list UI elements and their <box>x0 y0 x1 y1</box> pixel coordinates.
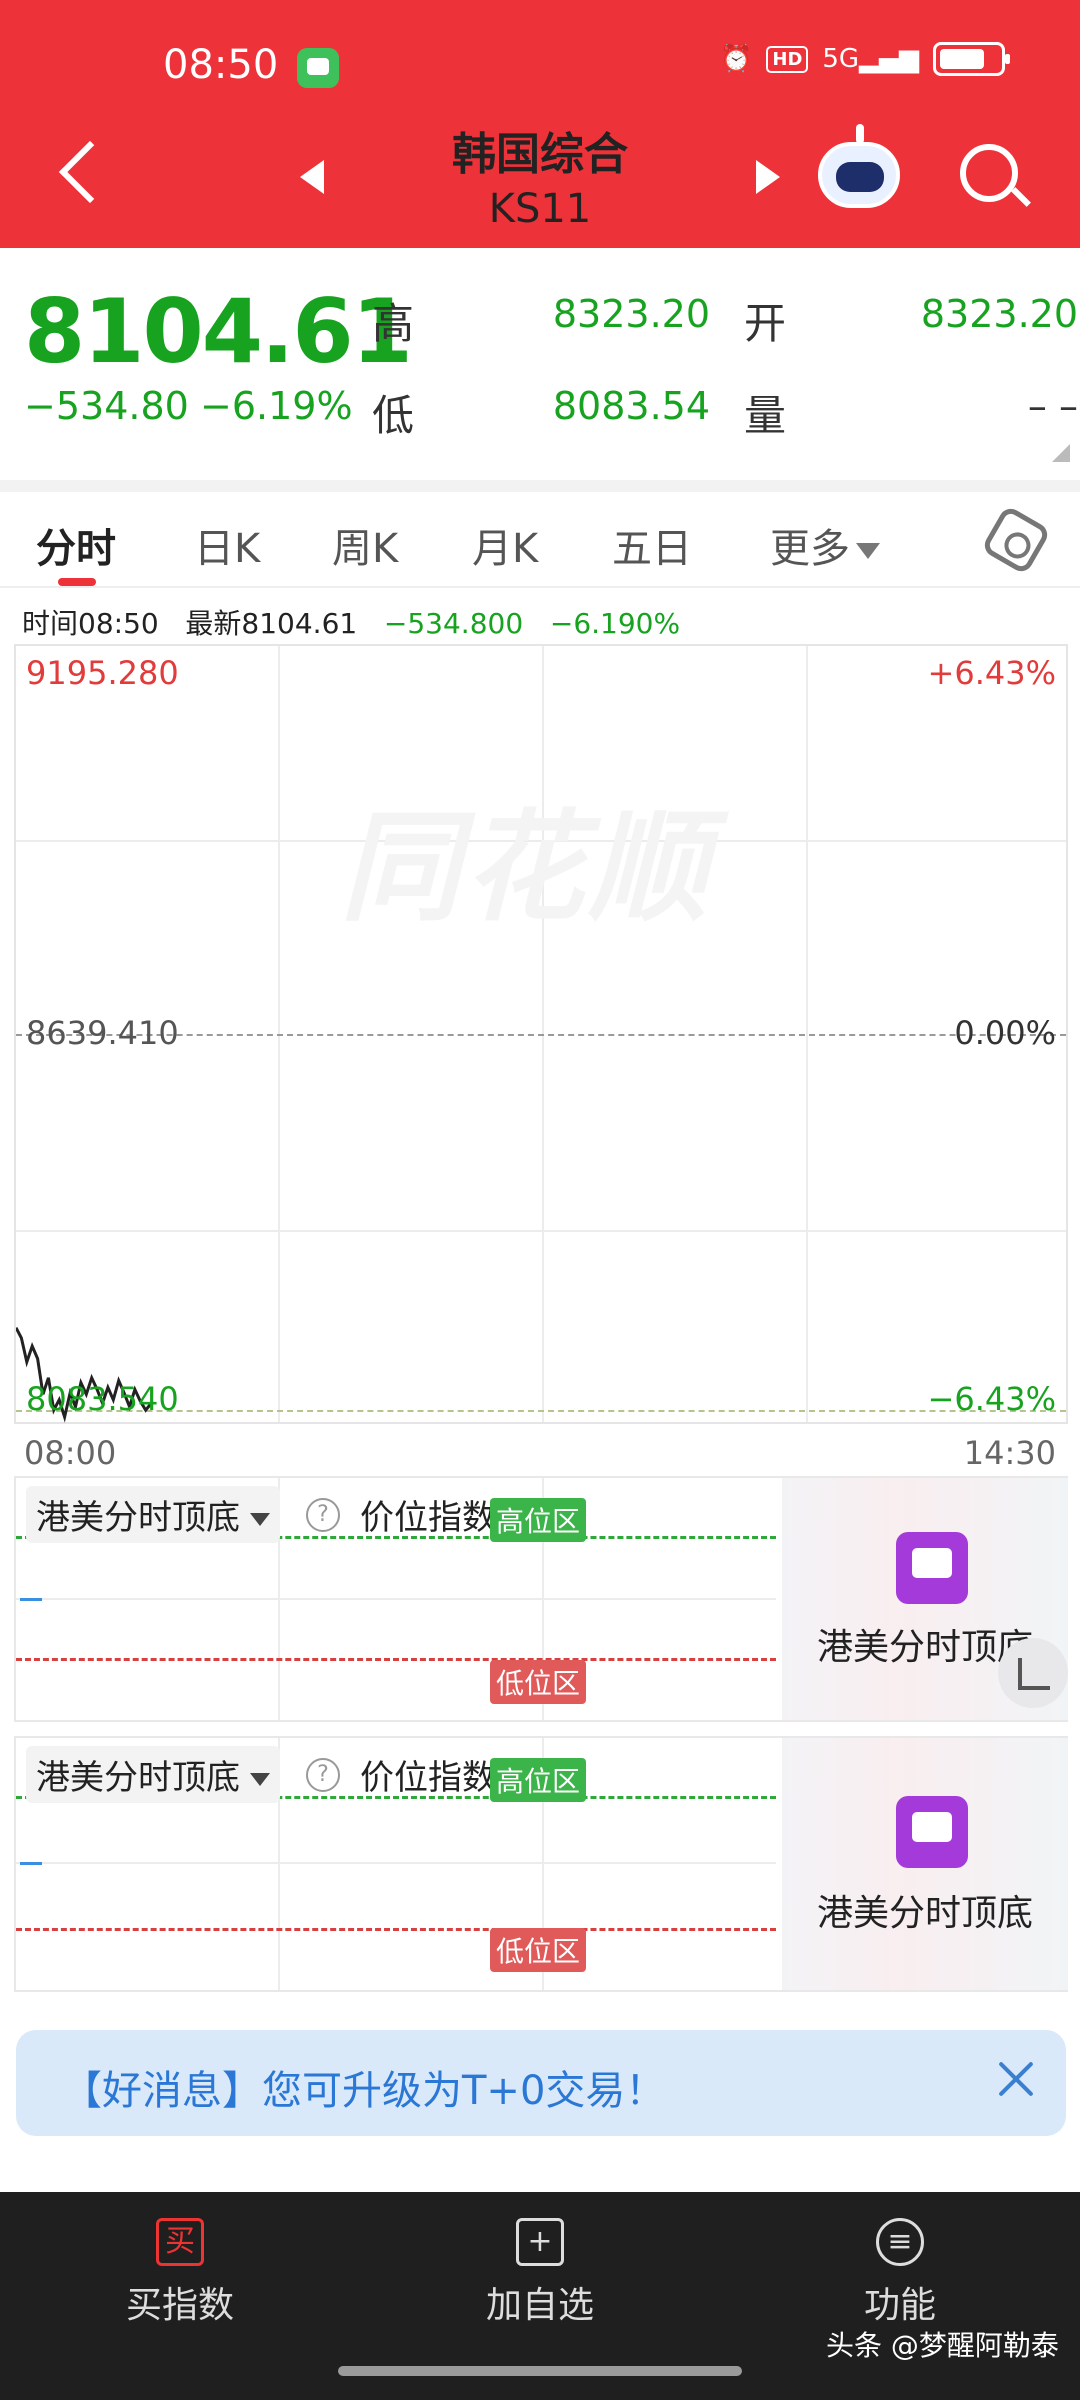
high-zone-badge: 高位区 <box>490 1758 587 1802</box>
volume-value: – – <box>1027 384 1078 428</box>
help-icon[interactable]: ? <box>306 1758 340 1792</box>
next-stock-icon[interactable] <box>756 160 780 194</box>
tab-more[interactable]: 更多 <box>770 516 880 574</box>
status-time: 08:50 <box>163 42 279 88</box>
indicator-panel[interactable]: 港美分时顶底 ? 价位指数 高位区 低位区 港美分时顶底 <box>14 1736 1068 1992</box>
indicator-selector[interactable]: 港美分时顶底 <box>26 1486 280 1543</box>
indicator-subname: 价位指数 <box>360 1758 496 1798</box>
5g-signal-icon: 5G▂▄▆ <box>822 44 920 74</box>
divider <box>0 480 1080 492</box>
home-indicator[interactable] <box>338 2366 742 2376</box>
grid-hline <box>16 1598 776 1600</box>
credit-watermark: 头条 @梦醒阿勒泰 <box>826 2329 1059 2362</box>
volume-label: 量 <box>744 391 787 440</box>
expand-icon[interactable] <box>998 1638 1068 1708</box>
nav-buy-index[interactable]: 买 买指数 <box>60 2218 300 2328</box>
caret-down-icon <box>250 1513 270 1526</box>
tab-monthly-k[interactable]: 月K <box>472 516 538 574</box>
tab-daily-k[interactable]: 日K <box>194 516 260 574</box>
low-zone-badge: 低位区 <box>490 1660 587 1704</box>
pct-mid-label: 0.00% <box>954 1014 1056 1052</box>
open-value: 8323.20 <box>920 292 1078 336</box>
battery-icon <box>933 42 1011 76</box>
tab-five-day[interactable]: 五日 <box>612 516 692 574</box>
y-bottom-label: 8083.540 <box>26 1380 179 1418</box>
x-start-label: 08:00 <box>24 1434 117 1472</box>
indicator-selector[interactable]: 港美分时顶底 <box>26 1746 280 1803</box>
menu-icon: ≡ <box>876 2218 924 2266</box>
crosshair-info: 时间08:50 最新8104.61 −534.800 −6.190% <box>22 602 680 642</box>
alarm-icon: ⏰ <box>720 44 753 74</box>
stock-code: KS11 <box>488 186 592 232</box>
indicator-panel[interactable]: 港美分时顶底 ? 价位指数 高位区 低位区 港美分时顶底 <box>14 1476 1068 1722</box>
low-label: 低 <box>372 391 415 440</box>
nav-add-watchlist[interactable]: + 加自选 <box>420 2218 660 2328</box>
current-price: 8104.61 <box>24 280 413 383</box>
info-latest: 最新8104.61 <box>185 607 358 640</box>
close-icon[interactable] <box>992 2056 1042 2106</box>
price-change: −534.80 <box>24 384 189 428</box>
buy-icon: 买 <box>156 2218 204 2266</box>
low-zone-line <box>16 1928 776 1931</box>
plus-icon: + <box>516 2218 564 2266</box>
help-icon[interactable]: ? <box>306 1498 340 1532</box>
indicator-promo[interactable]: 港美分时顶底 <box>782 1738 1068 1990</box>
banner-text: 【好消息】您可升级为T+0交易！ <box>62 2068 666 2114</box>
active-tab-indicator <box>58 578 96 586</box>
high-value: 8323.20 <box>552 292 710 336</box>
status-icons: ⏰ HD 5G▂▄▆ <box>720 42 1011 76</box>
high-zone-badge: 高位区 <box>490 1498 587 1542</box>
open-label: 开 <box>744 299 787 348</box>
search-icon[interactable] <box>960 144 1018 202</box>
expand-corner-icon[interactable] <box>1052 444 1070 462</box>
info-change: −534.800 <box>383 607 524 640</box>
pct-bottom-label: −6.43% <box>927 1380 1056 1418</box>
watermark: 同花顺 <box>340 799 712 938</box>
robot-assistant-icon[interactable] <box>818 124 900 208</box>
indicator-value-tick <box>20 1862 42 1865</box>
promo-banner[interactable]: 【好消息】您可升级为T+0交易！ <box>16 2030 1066 2136</box>
chart-tabs: 分时 日K 周K 月K 五日 更多 <box>0 492 1080 588</box>
info-time: 时间08:50 <box>22 607 159 640</box>
tab-weekly-k[interactable]: 周K <box>332 516 398 574</box>
nav-func-label: 功能 <box>863 2285 936 2326</box>
message-app-icon <box>297 48 339 88</box>
chevron-down-icon <box>856 543 880 559</box>
page-title: 韩国综合 <box>452 129 628 180</box>
nav-functions[interactable]: ≡ 功能 <box>780 2218 1020 2328</box>
x-end-label: 14:30 <box>963 1434 1056 1472</box>
grid-hline <box>16 1862 776 1864</box>
tab-intraday[interactable]: 分时 <box>36 516 116 574</box>
prev-stock-icon[interactable] <box>300 160 324 194</box>
indicator-subname: 价位指数 <box>360 1498 496 1538</box>
hd-icon: HD <box>766 45 809 73</box>
caret-down-icon <box>250 1773 270 1786</box>
low-value: 8083.54 <box>552 384 710 428</box>
info-change-pct: −6.190% <box>549 607 681 640</box>
monitor-chart-icon <box>896 1796 968 1868</box>
low-zone-line <box>16 1658 776 1661</box>
low-zone-badge: 低位区 <box>490 1928 587 1972</box>
monitor-chart-icon <box>896 1532 968 1604</box>
y-top-label: 9195.280 <box>26 654 179 692</box>
price-change-pct: −6.19% <box>200 384 353 428</box>
y-mid-label: 8639.410 <box>26 1014 179 1052</box>
indicator-value-tick <box>20 1598 42 1601</box>
nav-add-label: 加自选 <box>485 2285 594 2326</box>
indicator-promo[interactable]: 港美分时顶底 <box>782 1478 1068 1720</box>
high-label: 高 <box>372 299 415 348</box>
pct-top-label: +6.43% <box>927 654 1056 692</box>
indicator-promo-label: 港美分时顶底 <box>816 1893 1033 1934</box>
nav-buy-label: 买指数 <box>125 2285 234 2326</box>
